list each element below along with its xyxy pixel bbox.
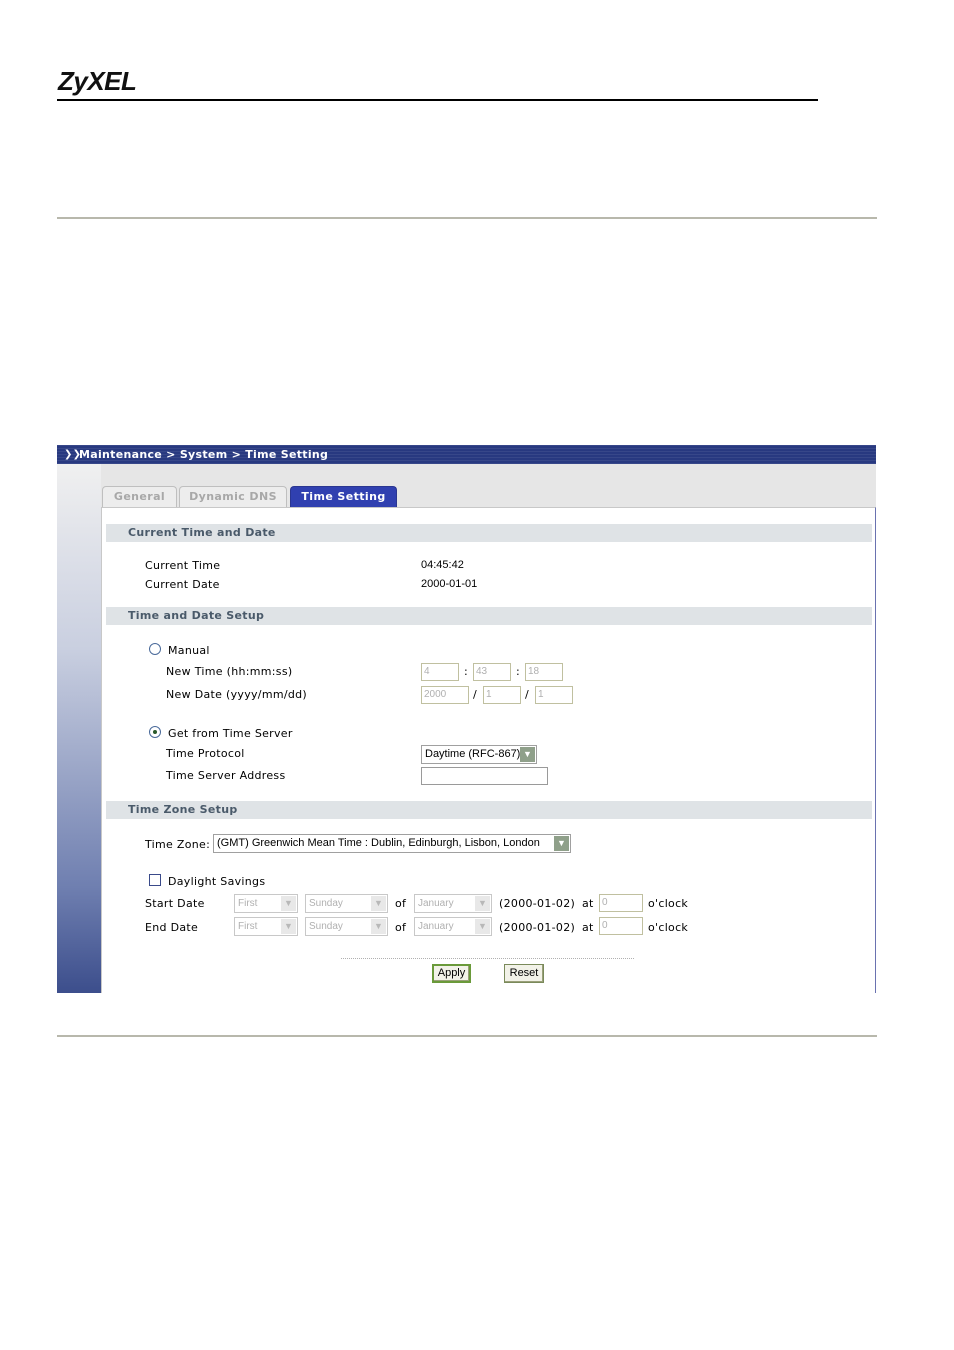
chevron-down-icon: ▼ xyxy=(281,896,296,911)
daylight-savings-checkbox[interactable] xyxy=(149,874,161,886)
end-date-preview: (2000-01-02) xyxy=(499,921,576,934)
end-week-value: First xyxy=(238,921,258,932)
end-day-value: Sunday xyxy=(309,921,343,932)
new-time-hour-input[interactable]: 4 xyxy=(421,663,459,681)
chevron-down-icon: ▼ xyxy=(281,919,296,934)
section-time-zone-setup: Time Zone Setup xyxy=(106,801,872,819)
new-date-month-input[interactable]: 1 xyxy=(483,686,521,704)
tab-general[interactable]: General xyxy=(102,486,177,507)
date-separator: / xyxy=(473,688,477,701)
button-divider xyxy=(341,958,634,959)
time-setting-screenshot: ❯❯ Maintenance > System > Time Setting G… xyxy=(57,445,876,993)
end-day-select[interactable]: Sunday ▼ xyxy=(305,917,388,936)
start-hour-input[interactable]: 0 xyxy=(599,894,643,912)
end-at-label: at xyxy=(582,921,594,934)
start-week-select[interactable]: First ▼ xyxy=(234,894,298,913)
daylight-savings-label: Daylight Savings xyxy=(168,875,266,888)
start-month-select[interactable]: January ▼ xyxy=(414,894,492,913)
time-server-radio[interactable] xyxy=(149,726,161,738)
chevron-down-icon: ▼ xyxy=(475,896,490,911)
time-server-address-input[interactable] xyxy=(421,767,548,785)
current-time-label: Current Time xyxy=(145,559,221,572)
end-month-value: January xyxy=(418,921,454,932)
time-zone-select[interactable]: (GMT) Greenwich Mean Time : Dublin, Edin… xyxy=(213,834,571,853)
chevron-down-icon: ▼ xyxy=(371,919,386,934)
top-divider xyxy=(57,217,877,219)
start-day-select[interactable]: Sunday ▼ xyxy=(305,894,388,913)
time-server-address-label: Time Server Address xyxy=(166,769,286,782)
current-date-label: Current Date xyxy=(145,578,220,591)
time-protocol-value: Daytime (RFC-867) xyxy=(425,748,521,760)
tab-dynamic-dns[interactable]: Dynamic DNS xyxy=(179,486,287,507)
chevron-down-icon: ▼ xyxy=(475,919,490,934)
new-date-day-input[interactable]: 1 xyxy=(535,686,573,704)
header-rule xyxy=(57,99,818,101)
time-zone-label: Time Zone: xyxy=(145,838,211,851)
current-date-value: 2000-01-01 xyxy=(421,578,478,590)
end-week-select[interactable]: First ▼ xyxy=(234,917,298,936)
bottom-divider xyxy=(57,1035,877,1037)
new-time-minute-input[interactable]: 43 xyxy=(473,663,511,681)
end-month-select[interactable]: January ▼ xyxy=(414,917,492,936)
start-day-value: Sunday xyxy=(309,898,343,909)
start-month-value: January xyxy=(418,898,454,909)
tab-time-setting[interactable]: Time Setting xyxy=(290,486,397,507)
time-protocol-select[interactable]: Daytime (RFC-867) ▼ xyxy=(421,745,537,764)
time-server-label: Get from Time Server xyxy=(168,727,293,740)
left-gradient-bar xyxy=(57,464,101,993)
section-time-date-setup: Time and Date Setup xyxy=(106,607,872,625)
time-zone-value: (GMT) Greenwich Mean Time : Dublin, Edin… xyxy=(217,837,540,849)
time-protocol-label: Time Protocol xyxy=(166,747,245,760)
end-of-label: of xyxy=(395,921,407,934)
chevron-down-icon: ▼ xyxy=(371,896,386,911)
manual-radio[interactable] xyxy=(149,643,161,655)
start-oclock-label: o'clock xyxy=(648,897,689,910)
end-date-label: End Date xyxy=(145,921,199,934)
new-time-label: New Time (hh:mm:ss) xyxy=(166,665,293,678)
chevron-down-icon: ▼ xyxy=(520,747,535,762)
time-separator: : xyxy=(464,665,468,678)
end-hour-input[interactable]: 0 xyxy=(599,917,643,935)
breadcrumb-bar: ❯❯ Maintenance > System > Time Setting xyxy=(57,445,876,464)
radio-selected-dot xyxy=(153,730,157,734)
start-of-label: of xyxy=(395,897,407,910)
start-week-value: First xyxy=(238,898,258,909)
double-chevron-right-icon: ❯❯ xyxy=(64,449,82,460)
section-current-time: Current Time and Date xyxy=(106,524,872,542)
settings-panel: Current Time and Date Current Time 04:45… xyxy=(101,507,876,993)
current-time-value: 04:45:42 xyxy=(421,559,464,571)
start-at-label: at xyxy=(582,897,594,910)
date-separator: / xyxy=(525,688,529,701)
chevron-down-icon: ▼ xyxy=(554,836,569,851)
breadcrumb: Maintenance > System > Time Setting xyxy=(79,448,329,461)
end-oclock-label: o'clock xyxy=(648,921,689,934)
new-date-year-input[interactable]: 2000 xyxy=(421,686,469,704)
manual-label: Manual xyxy=(168,644,210,657)
apply-button[interactable]: Apply xyxy=(432,964,471,983)
reset-button[interactable]: Reset xyxy=(504,964,544,983)
start-date-label: Start Date xyxy=(145,897,205,910)
time-separator: : xyxy=(516,665,520,678)
new-date-label: New Date (yyyy/mm/dd) xyxy=(166,688,308,701)
zyxel-logo: ZyXEL xyxy=(58,66,137,96)
new-time-second-input[interactable]: 18 xyxy=(525,663,563,681)
start-date-preview: (2000-01-02) xyxy=(499,897,576,910)
